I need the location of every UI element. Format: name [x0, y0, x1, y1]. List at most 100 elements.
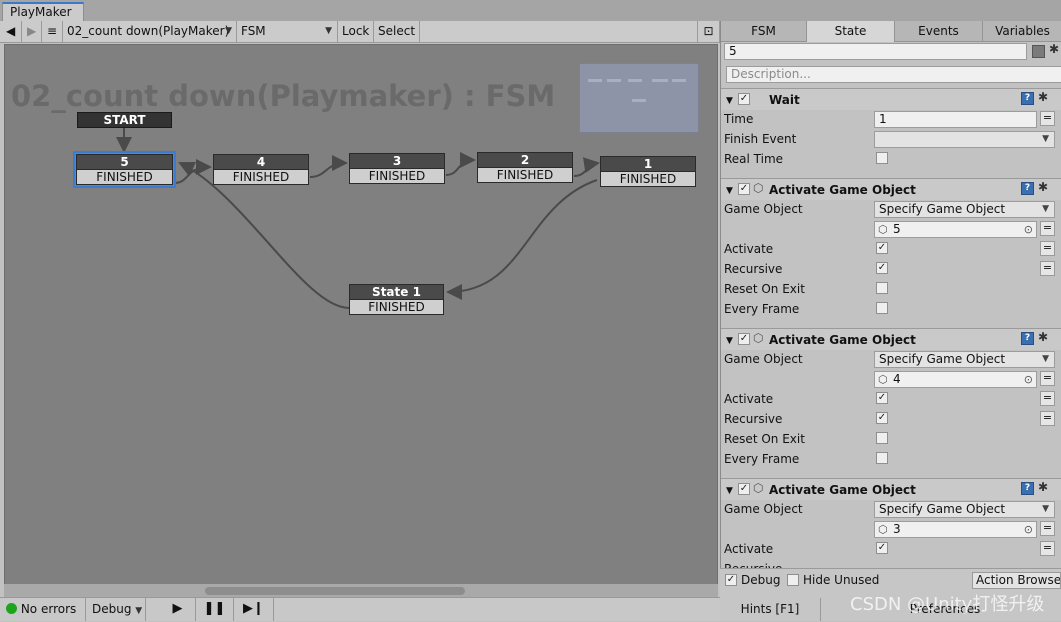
fsm-graph-canvas[interactable]: 02_count down(Playmaker) : FSM START 5 F…	[4, 44, 718, 597]
fsm-name-select[interactable]: FSM ▼	[237, 21, 338, 42]
debug-mode-select[interactable]: Debug ▼	[86, 598, 146, 621]
game-object-field[interactable]: ⬡ 4 ⊙	[874, 371, 1037, 388]
variable-toggle-button[interactable]: =	[1040, 221, 1055, 236]
state-node-5[interactable]: 5 FINISHED	[73, 151, 176, 188]
link-2-to-1	[573, 157, 600, 177]
activate-label: Activate	[724, 242, 774, 256]
reset-on-exit-checkbox[interactable]	[876, 282, 888, 294]
gear-icon[interactable]: ✱	[1038, 90, 1048, 104]
transition-event[interactable]: FINISHED	[213, 170, 309, 185]
fsm-owner-value: 02_count down(PlayMaker)	[67, 24, 230, 38]
start-node[interactable]: START	[77, 112, 172, 128]
minimap-toggle-button[interactable]: ⊡	[697, 21, 720, 42]
action-header-activate-game-object[interactable]: ▼ ✓ ⬡ Activate Game Object ? ✱	[721, 178, 1061, 200]
action-enabled-checkbox[interactable]: ✓	[738, 333, 750, 345]
action-browser-button[interactable]: Action Browser	[972, 572, 1061, 589]
reset-on-exit-checkbox[interactable]	[876, 432, 888, 444]
help-icon[interactable]: ?	[1021, 482, 1034, 495]
transition-event[interactable]: FINISHED	[477, 168, 573, 183]
help-icon[interactable]: ?	[1021, 332, 1034, 345]
state-node-1[interactable]: 1 FINISHED	[600, 156, 696, 187]
transition-event[interactable]: FINISHED	[349, 300, 444, 315]
state-node-3[interactable]: 3 FINISHED	[349, 153, 445, 184]
help-icon[interactable]: ?	[1021, 92, 1034, 105]
collapse-arrow-icon[interactable]: ▼	[726, 186, 733, 196]
recursive-checkbox[interactable]: ✓	[876, 262, 888, 274]
cube-icon: ⬡	[753, 331, 764, 345]
gear-icon[interactable]: ✱	[1038, 180, 1048, 194]
state-name-field[interactable]: 5	[724, 43, 1027, 60]
cube-icon: ⬡	[753, 181, 764, 195]
tab-fsm[interactable]: FSM	[721, 21, 807, 42]
finish-event-select[interactable]: ▼	[874, 131, 1055, 148]
game-object-mode-select[interactable]: Specify Game Object ▼	[874, 201, 1055, 218]
state-node-4[interactable]: 4 FINISHED	[213, 154, 309, 185]
fsm-owner-select[interactable]: 02_count down(PlayMaker) ▼	[63, 21, 237, 42]
debug-checkbox[interactable]: ✓	[725, 574, 737, 586]
select-button[interactable]: Select	[374, 21, 420, 42]
action-enabled-checkbox[interactable]: ✓	[738, 93, 750, 105]
game-object-field[interactable]: ⬡ 3 ⊙	[874, 521, 1037, 538]
variable-toggle-button[interactable]: =	[1040, 541, 1055, 556]
gear-icon[interactable]: ✱	[1038, 480, 1048, 494]
state-node-2[interactable]: 2 FINISHED	[477, 152, 573, 183]
every-frame-label: Every Frame	[724, 452, 800, 466]
lock-button[interactable]: Lock	[338, 21, 374, 42]
activate-checkbox[interactable]: ✓	[876, 242, 888, 254]
activate-checkbox[interactable]: ✓	[876, 392, 888, 404]
time-field[interactable]: 1	[874, 111, 1037, 128]
tab-playmaker[interactable]: PlayMaker	[2, 2, 84, 21]
play-button[interactable]: ▶	[160, 598, 196, 621]
action-header-activate-game-object[interactable]: ▼ ✓ ⬡ Activate Game Object ? ✱	[721, 478, 1061, 500]
state-node-state1[interactable]: State 1 FINISHED	[349, 284, 444, 315]
horizontal-scrollbar-thumb[interactable]	[205, 587, 465, 595]
step-button[interactable]: ▶❙	[234, 598, 274, 621]
recursive-checkbox[interactable]: ✓	[876, 412, 888, 424]
variable-toggle-button[interactable]: =	[1040, 111, 1055, 126]
back-button[interactable]: ◀	[0, 21, 22, 42]
variable-toggle-button[interactable]: =	[1040, 411, 1055, 426]
help-icon[interactable]: ?	[1021, 182, 1034, 195]
action-title: Activate Game Object	[769, 183, 916, 197]
every-frame-checkbox[interactable]	[876, 452, 888, 464]
transition-event[interactable]: FINISHED	[76, 170, 173, 185]
description-field[interactable]: Description...	[726, 66, 1061, 83]
object-picker-icon[interactable]: ⊙	[1024, 522, 1033, 537]
variable-toggle-button[interactable]: =	[1040, 261, 1055, 276]
forward-button[interactable]: ▶	[22, 21, 42, 42]
finish-event-label: Finish Event	[724, 132, 797, 146]
collapse-arrow-icon[interactable]: ▼	[726, 486, 733, 496]
variable-toggle-button[interactable]: =	[1040, 391, 1055, 406]
gear-icon[interactable]: ✱	[1049, 42, 1059, 56]
gear-icon[interactable]: ✱	[1038, 330, 1048, 344]
activate-checkbox[interactable]: ✓	[876, 542, 888, 554]
variable-toggle-button[interactable]: =	[1040, 371, 1055, 386]
game-object-mode-select[interactable]: Specify Game Object ▼	[874, 351, 1055, 368]
action-enabled-checkbox[interactable]: ✓	[738, 183, 750, 195]
variable-toggle-button[interactable]: =	[1040, 521, 1055, 536]
state-color-swatch[interactable]	[1032, 45, 1045, 58]
action-header-wait[interactable]: ▼ ✓ Wait ? ✱	[721, 88, 1061, 110]
hide-unused-checkbox[interactable]	[787, 574, 799, 586]
game-object-field[interactable]: ⬡ 5 ⊙	[874, 221, 1037, 238]
action-enabled-checkbox[interactable]: ✓	[738, 483, 750, 495]
object-picker-icon[interactable]: ⊙	[1024, 222, 1033, 237]
tab-state[interactable]: State	[807, 21, 895, 42]
pause-button[interactable]: ❚❚	[196, 598, 234, 621]
variable-toggle-button[interactable]: =	[1040, 241, 1055, 256]
game-object-mode-select[interactable]: Specify Game Object ▼	[874, 501, 1055, 518]
object-picker-icon[interactable]: ⊙	[1024, 372, 1033, 387]
tab-variables[interactable]: Variables	[983, 21, 1061, 42]
time-label: Time	[724, 112, 754, 126]
action-header-activate-game-object[interactable]: ▼ ✓ ⬡ Activate Game Object ? ✱	[721, 328, 1061, 350]
real-time-checkbox[interactable]	[876, 152, 888, 164]
collapse-arrow-icon[interactable]: ▼	[726, 336, 733, 346]
error-status[interactable]: No errors	[0, 598, 86, 621]
tab-events[interactable]: Events	[895, 21, 983, 42]
menu-button[interactable]: ≡	[42, 21, 63, 42]
collapse-arrow-icon[interactable]: ▼	[726, 96, 733, 106]
hints-button[interactable]: Hints [F1]	[720, 598, 821, 621]
every-frame-checkbox[interactable]	[876, 302, 888, 314]
transition-event[interactable]: FINISHED	[600, 172, 696, 187]
transition-event[interactable]: FINISHED	[349, 169, 445, 184]
